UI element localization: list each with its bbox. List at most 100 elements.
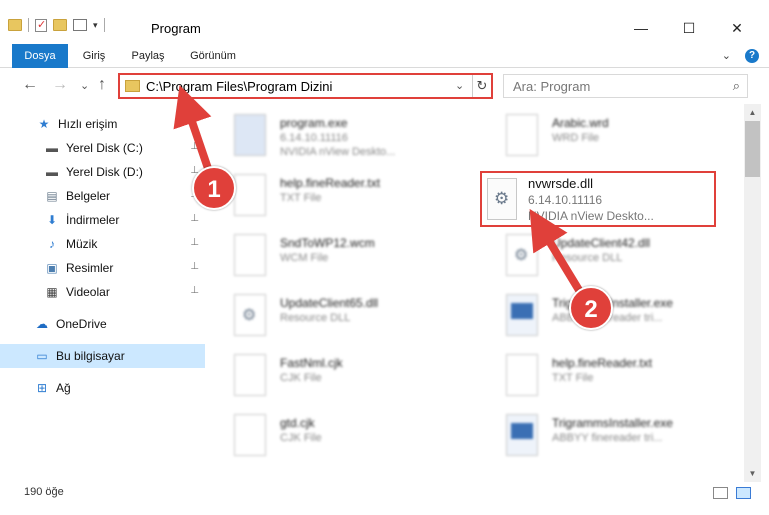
computer-icon: ▭ xyxy=(36,349,48,363)
file-name: FastNml.cjk xyxy=(280,356,343,370)
dll-file-icon xyxy=(234,294,266,336)
file-name: gtd.cjk xyxy=(280,416,315,430)
file-list: program.exe 6.14.10.11116 NVIDIA nView Des… xyxy=(208,104,744,482)
tab-giris[interactable]: Giriş xyxy=(70,44,118,68)
file-type: TXT File xyxy=(280,192,322,204)
help-icon[interactable]: ? xyxy=(745,49,759,63)
sidebar-item[interactable]: ▭ Bu bilgisayar xyxy=(0,344,205,368)
pin-icon[interactable]: ⊥ xyxy=(190,285,199,296)
txt-file-icon xyxy=(234,234,266,276)
close-button[interactable]: ✕ xyxy=(714,14,760,42)
search-icon[interactable]: ⌕ xyxy=(733,78,740,94)
file-description: NVIDIA nView Deskto... xyxy=(528,209,654,223)
refresh-icon[interactable]: ↻ xyxy=(472,75,491,97)
separator xyxy=(103,18,105,32)
address-path[interactable]: C:\Program Files\Program Dizini xyxy=(146,79,332,94)
vertical-scrollbar[interactable]: ▲ ▼ xyxy=(744,104,761,482)
setup-file-icon xyxy=(234,114,266,156)
file-item[interactable]: SndToWP12.wcm WCM File xyxy=(208,228,448,284)
file-item[interactable]: Arabic.wrd WRD File xyxy=(480,108,720,164)
file-item[interactable]: help.fineReader.txt TXT File xyxy=(480,348,720,404)
sidebar-item[interactable]: ★ Hızlı erişim xyxy=(0,112,205,136)
up-arrow-icon[interactable]: ↑ xyxy=(98,76,106,94)
drive-icon: ▬ xyxy=(46,141,58,155)
file-type: TXT File xyxy=(552,372,594,384)
sidebar-item-label: Resimler xyxy=(66,261,114,275)
scroll-up-icon[interactable]: ▲ xyxy=(744,104,761,121)
file-type: CJK File xyxy=(280,432,322,444)
search-placeholder: Ara: Program xyxy=(513,79,591,94)
file-item[interactable]: UpdateClient42.dll Resource DLL xyxy=(480,228,720,284)
txt-file-icon xyxy=(506,114,538,156)
item-count: 190 öğe xyxy=(24,486,64,498)
pictures-icon: ▣ xyxy=(46,261,58,275)
back-arrow-icon[interactable]: ← xyxy=(22,76,38,94)
file-item[interactable]: gtd.cjk CJK File xyxy=(208,408,448,464)
exe-file-icon xyxy=(506,414,538,456)
sidebar-item[interactable]: ⊞ Ağ xyxy=(0,376,205,400)
download-icon: ⬇ xyxy=(46,213,58,227)
sidebar-item[interactable]: ☁ OneDrive xyxy=(0,312,205,336)
sidebar-item[interactable]: ▦ Videolar ⊥ xyxy=(0,280,205,304)
details-view-icon[interactable] xyxy=(713,487,728,499)
music-icon: ♪ xyxy=(49,237,55,251)
sidebar-item[interactable]: ♪ Müzik ⊥ xyxy=(0,232,205,256)
file-item[interactable]: program.exe 6.14.10.11116 NVIDIA nView Des… xyxy=(208,108,448,164)
star-icon: ★ xyxy=(38,117,50,131)
dll-file-icon xyxy=(506,234,538,276)
tab-paylas[interactable]: Paylaş xyxy=(120,44,176,68)
new-folder-icon[interactable] xyxy=(53,19,67,31)
sidebar-item[interactable]: ▣ Resimler ⊥ xyxy=(0,256,205,280)
qat-dropdown-icon[interactable]: ▾ xyxy=(93,20,98,31)
address-bar[interactable]: C:\Program Files\Program Dizini ⌄ ↻ xyxy=(118,73,493,99)
drive-icon: ▬ xyxy=(46,165,58,179)
separator xyxy=(28,18,29,32)
file-name: UpdateClient65.dll xyxy=(280,296,379,310)
forward-arrow-icon[interactable]: → xyxy=(52,76,68,94)
folder-icon xyxy=(8,19,22,31)
scroll-down-icon[interactable]: ▼ xyxy=(744,465,761,482)
address-dropdown-icon[interactable]: ⌄ xyxy=(455,79,464,92)
sidebar-item[interactable]: ▬ Yerel Disk (D:) ⊥ xyxy=(0,160,205,184)
file-name: TrigrammsInstaller.exe xyxy=(552,416,673,430)
file-name: UpdateClient42.dll xyxy=(552,236,651,250)
expand-ribbon-icon[interactable]: ⌄ xyxy=(722,49,731,63)
pin-icon[interactable]: ⊥ xyxy=(190,141,199,152)
sidebar-item-label: Yerel Disk (D:) xyxy=(66,165,143,179)
search-input[interactable]: Ara: Program ⌕ xyxy=(503,74,748,98)
txt-file-icon xyxy=(506,354,538,396)
sidebar-item-label: Hızlı erişim xyxy=(58,117,118,131)
pin-icon[interactable]: ⊥ xyxy=(190,213,199,224)
file-item[interactable]: TrigrammsInstaller.exe ABBYY finereader t… xyxy=(480,408,720,464)
tab-dosya[interactable]: Dosya xyxy=(12,44,68,68)
window-title: Program xyxy=(151,21,201,36)
sidebar-item[interactable]: ▬ Yerel Disk (C:) ⊥ xyxy=(0,136,205,160)
file-item[interactable]: FastNml.cjk CJK File xyxy=(208,348,448,404)
pin-icon[interactable]: ⊥ xyxy=(190,261,199,272)
quick-access-toolbar: ▾ xyxy=(8,18,105,32)
maximize-button[interactable]: ☐ xyxy=(666,14,712,42)
dll-file-icon xyxy=(487,178,517,220)
ribbon-controls: ⌄ ? xyxy=(722,49,759,63)
properties-check-icon[interactable] xyxy=(35,18,47,32)
sidebar-item-label: Ağ xyxy=(56,381,71,395)
step-badge-2: 2 xyxy=(569,286,613,330)
sidebar-item-label: İndirmeler xyxy=(66,213,120,227)
file-description: NVIDIA nView Deskto... xyxy=(280,146,396,158)
sidebar-item[interactable]: ⬇ İndirmeler ⊥ xyxy=(0,208,205,232)
step-badge-1: 1 xyxy=(192,166,236,210)
minimize-button[interactable]: — xyxy=(618,14,664,42)
pin-icon[interactable]: ⊥ xyxy=(190,237,199,248)
scroll-thumb[interactable] xyxy=(745,121,760,177)
file-item[interactable]: UpdateClient65.dll Resource DLL xyxy=(208,288,448,344)
file-name: Arabic.wrd xyxy=(552,116,609,130)
file-type: ABBYY finereader tri... xyxy=(552,432,663,444)
large-icons-view-icon[interactable] xyxy=(736,487,751,499)
recent-locations-icon[interactable]: ⌄ xyxy=(80,79,89,92)
file-item[interactable]: help.fineReader.txt TXT File xyxy=(208,168,448,224)
tab-gorunum[interactable]: Görünüm xyxy=(180,44,246,68)
highlighted-file-item[interactable]: nvwrsde.dll 6.14.10.11116 NVIDIA nView D… xyxy=(480,171,716,227)
txt-file-icon xyxy=(234,174,266,216)
sidebar-item[interactable]: ▤Belgeler⊥ xyxy=(0,184,205,208)
customize-icon[interactable] xyxy=(73,19,87,31)
